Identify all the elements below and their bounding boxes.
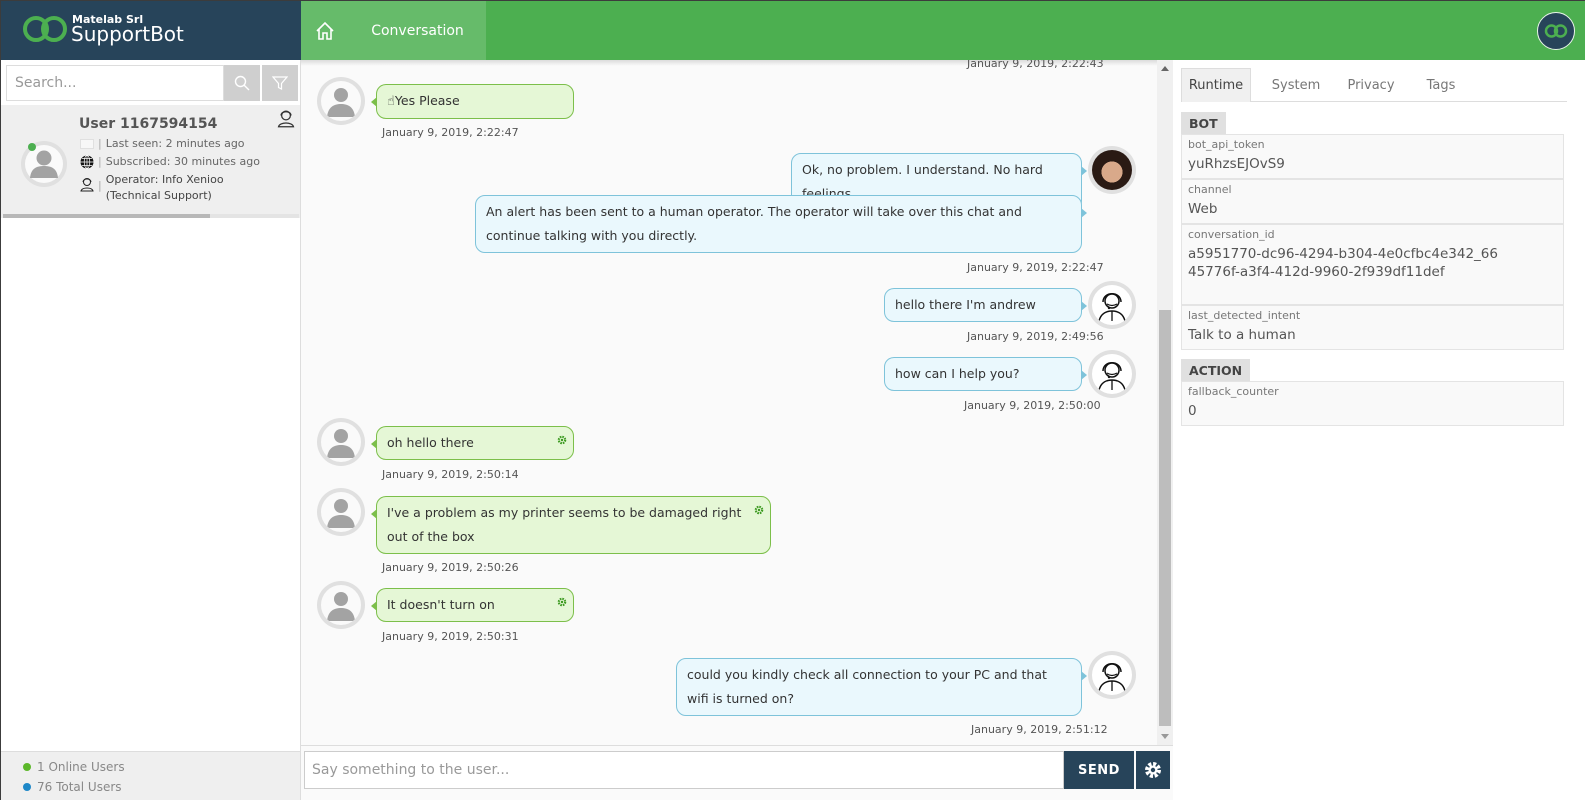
online-dot (23, 763, 31, 771)
brand: Matelab Srl SupportBot (1, 1, 301, 60)
sidebar: User 1167594154 | Last seen: 2 minutes a… (1, 60, 301, 800)
search-bar (6, 65, 298, 101)
operator-text: Operator: Info Xenioo (Technical Support… (105, 173, 224, 202)
total-users-stat: 76 Total Users (23, 780, 122, 794)
tab-runtime[interactable]: Runtime (1181, 68, 1251, 102)
message-timestamp: January 9, 2019, 2:22:47 (967, 261, 1104, 274)
hand-pointer-icon: ☝ (387, 94, 395, 109)
horizontal-scrollbar[interactable] (3, 214, 299, 218)
operator-row: | Operator: Info Xenioo (Technical Suppo… (79, 172, 279, 204)
message-timestamp: January 9, 2019, 2:49:56 (967, 330, 1104, 343)
operator-headset-icon (1098, 293, 1126, 322)
message-timestamp: January 9, 2019, 2:50:14 (382, 468, 519, 481)
user-avatar (317, 77, 365, 125)
scrollbar-thumb[interactable] (3, 214, 211, 218)
conversation-area: January 9, 2019, 2:22:43 ☝Yes Please Jan… (301, 60, 1173, 745)
message-bubble: An alert has been sent to a human operat… (475, 195, 1087, 253)
properties-panel: Runtime System Privacy Tags BOT bot_api_… (1173, 60, 1585, 800)
app-name: SupportBot (71, 22, 184, 46)
field-bot-api-token: bot_api_token yuRhzsEJOvS9 (1181, 134, 1564, 179)
nav-conversation-tab[interactable]: Conversation (349, 1, 486, 60)
online-status-dot (28, 143, 36, 151)
message-bubble: hello there I'm andrew (884, 288, 1087, 322)
user-silhouette-icon (327, 592, 355, 621)
bot-photo-avatar (1088, 146, 1136, 194)
section-action-title: ACTION (1181, 359, 1251, 381)
scroll-down-arrow-icon[interactable] (1161, 734, 1169, 739)
send-button[interactable]: SEND (1064, 751, 1134, 789)
message-bubble: It doesn't turn on (371, 588, 574, 622)
filter-icon (272, 76, 288, 90)
search-button[interactable] (224, 65, 260, 101)
field-last-detected-intent: last_detected_intent Talk to a human (1181, 305, 1564, 350)
tab-system[interactable]: System (1261, 68, 1331, 102)
message-timestamp: January 9, 2019, 2:22:47 (382, 126, 519, 139)
gear-icon (1145, 762, 1161, 778)
subscribed-row: | Subscribed: 30 minutes ago (79, 155, 260, 169)
user-stats: 1 Online Users 76 Total Users (1, 751, 300, 800)
message-timestamp: January 9, 2019, 2:22:43 (967, 60, 1104, 70)
operator-headset-icon (1098, 663, 1126, 692)
section-bot-title: BOT (1181, 112, 1226, 134)
flag-icon (79, 137, 95, 151)
operator-avatar (1088, 281, 1136, 329)
operator-avatar (1088, 350, 1136, 398)
message-bubble: could you kindly check all connection to… (676, 658, 1087, 716)
message-composer: SEND (301, 745, 1173, 800)
header-account-logo[interactable] (1537, 12, 1575, 50)
online-users-stat: 1 Online Users (23, 760, 125, 774)
message-bubble: oh hello there (371, 426, 574, 460)
last-seen-row: | Last seen: 2 minutes ago (79, 137, 245, 151)
search-icon (234, 75, 250, 91)
gear-icon[interactable] (754, 499, 764, 523)
user-silhouette-icon (327, 499, 355, 528)
message-timestamp: January 9, 2019, 2:51:12 (971, 723, 1108, 736)
message-timestamp: January 9, 2019, 2:50:00 (964, 399, 1101, 412)
field-fallback-counter: fallback_counter 0 (1181, 381, 1564, 426)
user-silhouette-icon (327, 88, 355, 117)
app-window: Matelab Srl SupportBot Conversation Sear… (0, 0, 1585, 800)
globe-icon (79, 155, 95, 169)
user-avatar (317, 488, 365, 536)
total-dot (23, 783, 31, 791)
user-avatar (317, 418, 365, 466)
chat-scrollbar[interactable] (1157, 60, 1173, 745)
infinity-logo-icon (1544, 24, 1568, 38)
gear-icon[interactable] (557, 429, 567, 453)
panel-tabs: Runtime System Privacy Tags (1181, 68, 1567, 102)
message-timestamp: January 9, 2019, 2:50:31 (382, 630, 519, 643)
user-list-item[interactable]: User 1167594154 | Last seen: 2 minutes a… (1, 105, 300, 218)
user-silhouette-icon (327, 429, 355, 458)
operator-headset-icon (1098, 362, 1126, 391)
tab-privacy[interactable]: Privacy (1336, 68, 1406, 102)
field-channel: channel Web (1181, 179, 1564, 224)
composer-settings-button[interactable] (1136, 751, 1170, 789)
subscribed-text: Subscribed: 30 minutes ago (105, 155, 260, 168)
scrollbar-thumb[interactable] (1159, 310, 1171, 726)
operator-avatar (1088, 651, 1136, 699)
message-input[interactable] (304, 751, 1064, 789)
assigned-operator-icon (276, 108, 296, 132)
infinity-logo-icon (23, 16, 67, 42)
operator-icon (79, 177, 95, 192)
tab-tags[interactable]: Tags (1406, 68, 1476, 102)
last-seen-text: Last seen: 2 minutes ago (105, 137, 245, 150)
filter-button[interactable] (262, 65, 298, 101)
nav-home-button[interactable] (301, 1, 349, 60)
user-avatar (317, 581, 365, 629)
home-icon (316, 21, 334, 40)
search-input[interactable] (6, 65, 224, 101)
field-conversation-id: conversation_id a5951770-dc96-4294-b304-… (1181, 224, 1564, 305)
gear-icon[interactable] (557, 591, 567, 615)
scroll-up-arrow-icon[interactable] (1161, 66, 1169, 71)
top-header: Matelab Srl SupportBot Conversation (1, 1, 1585, 60)
message-timestamp: January 9, 2019, 2:50:26 (382, 561, 519, 574)
user-name: User 1167594154 (79, 116, 218, 132)
message-bubble: how can I help you? (884, 357, 1087, 391)
message-bubble: ☝Yes Please (371, 84, 574, 119)
message-bubble: I've a problem as my printer seems to be… (371, 496, 771, 554)
